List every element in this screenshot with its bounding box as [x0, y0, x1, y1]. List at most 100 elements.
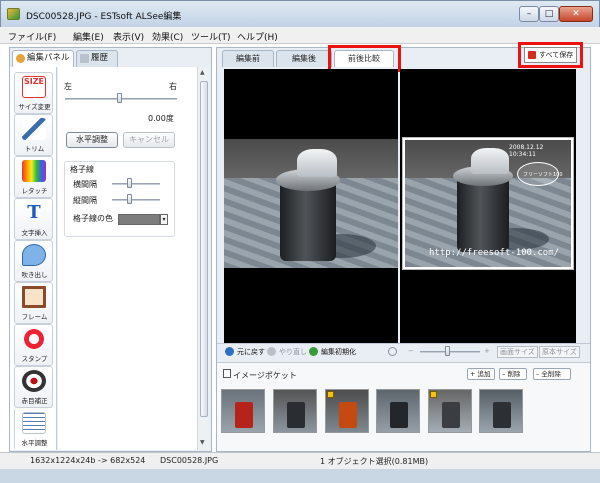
pocket-remove-label: 削除: [507, 370, 521, 378]
menu-view[interactable]: 表示(V): [113, 30, 144, 43]
tool-frame-label: フレーム: [21, 313, 48, 321]
tool-level[interactable]: 水平調整: [14, 408, 53, 450]
before-photo: [224, 139, 398, 268]
cancel-button[interactable]: キャンセル: [123, 132, 175, 148]
pocket-remove-button[interactable]: – 削除: [499, 368, 527, 380]
thumbnail-subject: [235, 402, 253, 428]
menu-file[interactable]: ファイル(F): [8, 30, 56, 43]
pocket-thumbnail[interactable]: [273, 389, 317, 433]
date-stamp: 2008.12.12 10:34:11: [509, 144, 544, 158]
pocket-remove-all-button[interactable]: – 全削除: [533, 368, 571, 380]
close-button[interactable]: ✕: [559, 6, 593, 22]
tool-text[interactable]: T 文字挿入: [14, 198, 53, 240]
trash-can: [457, 176, 509, 252]
pocket-remove-all-label: 全削除: [541, 370, 561, 378]
highlight-save-all: [518, 42, 583, 68]
pocket-thumbnail[interactable]: [479, 389, 523, 433]
thumbnail-subject: [390, 402, 408, 428]
menu-edit[interactable]: 編集(E): [73, 30, 104, 43]
grid-color-swatch[interactable]: [118, 214, 160, 225]
scroll-up-icon[interactable]: ▲: [200, 69, 205, 76]
undo-icon: [225, 347, 234, 356]
h-spacing-slider-thumb[interactable]: [127, 178, 132, 188]
status-image-size: 1632x1224x24b -> 682x524: [30, 456, 146, 465]
zoom-slider-thumb[interactable]: [445, 346, 450, 356]
pocket-thumbnail[interactable]: [428, 389, 472, 433]
menu-help[interactable]: ヘルプ(H): [237, 30, 278, 43]
eye-icon: [22, 370, 46, 392]
tool-resize[interactable]: SIZE サイズ変更: [14, 72, 53, 114]
title-bar: DSC00528.JPG - ESTsoft ALSee編集 – □ ✕: [0, 0, 600, 27]
zoom-out-button[interactable]: −: [408, 347, 414, 355]
v-spacing-label: 縦間隔: [73, 196, 97, 205]
v-spacing-slider-track[interactable]: [112, 199, 160, 201]
after-photo: 2008.12.12 10:34:11 フリーソフト100 http://fre…: [405, 140, 571, 267]
tool-level-label: 水平調整: [21, 439, 48, 447]
zoom-slider-track[interactable]: [420, 351, 480, 353]
tab-edit-panel-label: 編集パネル: [27, 53, 70, 63]
minimize-button[interactable]: –: [519, 6, 539, 22]
rotate-icon[interactable]: [388, 347, 397, 356]
zoom-in-button[interactable]: +: [484, 347, 490, 355]
tool-frame[interactable]: フレーム: [14, 282, 53, 324]
tool-column: SIZE サイズ変更 トリム レタッチ T 文字挿入 吹き出し フレーム スタン…: [10, 67, 57, 450]
menu-effects[interactable]: 効果(C): [152, 30, 183, 43]
pencil-icon: [80, 54, 89, 63]
stamp-icon: [22, 328, 46, 350]
redo-button[interactable]: やり直し: [279, 347, 307, 357]
pocket-add-button[interactable]: + 追加: [467, 368, 495, 380]
thumbnail-subject: [442, 402, 460, 428]
app-icon: [7, 8, 20, 20]
scroll-down-icon[interactable]: ▼: [200, 439, 205, 446]
frame-icon: [22, 286, 46, 308]
grid-color-label: 格子線の色: [73, 214, 113, 223]
maximize-button[interactable]: □: [539, 6, 559, 22]
pocket-title: イメージポケット: [233, 371, 297, 380]
scrollbar-thumb[interactable]: [200, 81, 208, 417]
thumbnail-subject: [493, 402, 511, 428]
thumbnail-subject: [287, 402, 305, 428]
tab-history[interactable]: 履歴: [76, 50, 118, 67]
tool-retouch[interactable]: レタッチ: [14, 156, 53, 198]
bubble-text: フリーソフト100: [523, 172, 563, 178]
h-spacing-slider-track[interactable]: [112, 183, 160, 185]
menu-bar: ファイル(F) 編集(E) 表示(V) 効果(C) ツール(T) ヘルプ(H): [0, 27, 600, 44]
reset-edits-button[interactable]: 編集初期化: [321, 347, 356, 357]
tab-after-edit[interactable]: 編集後: [276, 50, 332, 67]
size-icon: SIZE: [22, 76, 46, 98]
level-apply-button[interactable]: 水平調整: [66, 132, 118, 148]
pocket-thumbnail[interactable]: [221, 389, 265, 433]
v-spacing-slider-thumb[interactable]: [127, 194, 132, 204]
tool-trim[interactable]: トリム: [14, 114, 53, 156]
tool-red-eye[interactable]: 赤目補正: [14, 366, 53, 408]
pocket-thumbnail[interactable]: [376, 389, 420, 433]
level-adjust-panel: [58, 67, 197, 450]
highlight-compare-tab: [328, 45, 401, 72]
fit-screen-button[interactable]: 画面サイズ: [497, 346, 538, 358]
level-icon: [22, 412, 46, 434]
original-size-button[interactable]: 原本サイズ: [539, 346, 580, 358]
slider-right-label: 右: [169, 82, 177, 91]
trash-can: [280, 179, 336, 261]
palette-icon: [16, 54, 25, 63]
tool-resize-label: サイズ変更: [18, 103, 51, 111]
pocket-thumbnail[interactable]: [325, 389, 369, 433]
tool-red-eye-label: 赤目補正: [21, 397, 48, 405]
view-toolbar: 元に戻す やり直し 編集初期化 − + 画面サイズ 原本サイズ: [217, 343, 590, 360]
undo-button[interactable]: 元に戻す: [237, 347, 265, 357]
url-stamp: http://freesoft-100.com/: [429, 248, 560, 258]
chevron-down-icon[interactable]: ▾: [160, 214, 168, 225]
angle-slider-thumb[interactable]: [117, 93, 122, 103]
tab-edit-panel[interactable]: 編集パネル: [12, 50, 74, 67]
tool-stamp-label: スタンプ: [21, 355, 48, 363]
tool-stamp[interactable]: スタンプ: [14, 324, 53, 366]
window-bottom-edge: [0, 469, 600, 483]
tab-before-edit[interactable]: 編集前: [222, 50, 274, 67]
tool-speech-bubble[interactable]: 吹き出し: [14, 240, 53, 282]
tool-text-label: 文字挿入: [21, 229, 48, 237]
left-panel-scrollbar[interactable]: ▲ ▼: [197, 67, 209, 450]
plastic-bag: [471, 148, 509, 174]
speech-bubble-icon: [22, 244, 46, 266]
menu-tools[interactable]: ツール(T): [191, 30, 231, 43]
pocket-add-label: 追加: [477, 370, 491, 378]
